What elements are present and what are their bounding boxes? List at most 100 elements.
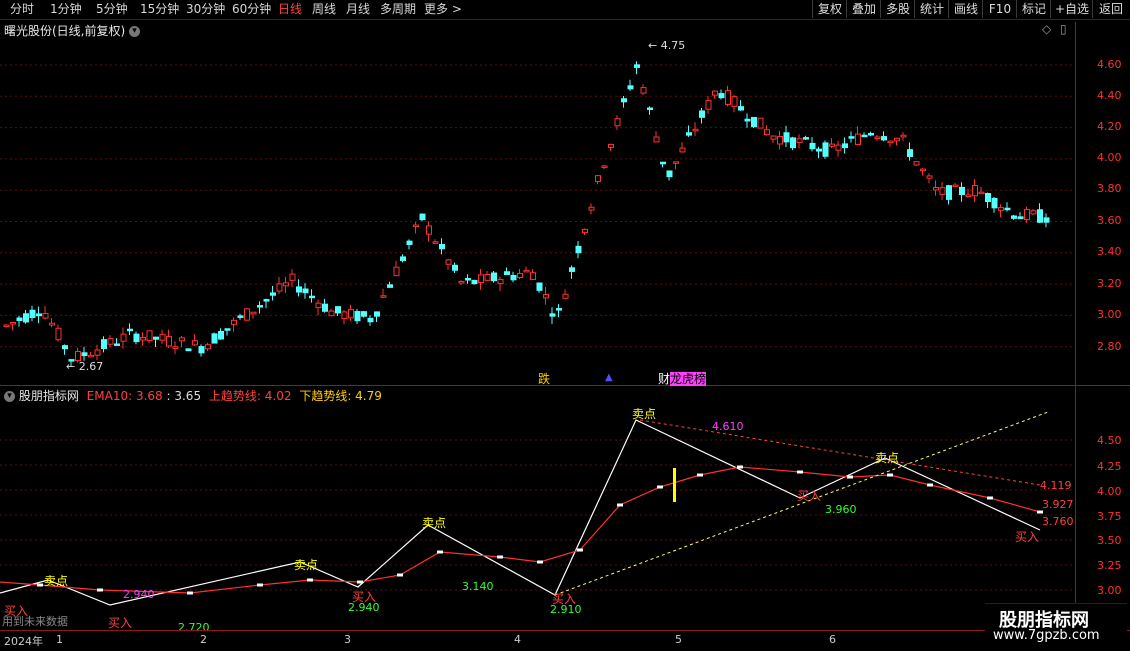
candle-body: [36, 313, 42, 317]
draw-line-button[interactable]: 画线: [948, 0, 983, 18]
candle-body: [276, 283, 283, 292]
zigzag-line: [0, 419, 1041, 606]
candle-body: [913, 161, 920, 166]
candle-body: [504, 271, 510, 276]
candle-body: [991, 197, 998, 209]
candle-body: [380, 295, 387, 298]
candle-body: [718, 93, 725, 99]
tab-15min[interactable]: 15分钟: [140, 1, 179, 18]
period-toolbar: 分时 1分钟 5分钟 15分钟 30分钟 60分钟 日线 周线 月线 多周期 更…: [0, 0, 1130, 20]
candle-body: [413, 224, 419, 228]
tab-more[interactable]: 更多 >: [424, 1, 462, 18]
value-label: 4.119: [1040, 479, 1072, 492]
candle-body: [439, 243, 445, 250]
tab-monthly[interactable]: 月线: [346, 1, 370, 18]
candle-body: [647, 107, 653, 111]
candle-body: [29, 309, 36, 318]
ema-marker: [257, 583, 263, 587]
candle-body: [731, 96, 738, 108]
candle-body: [445, 259, 452, 265]
dragon-tiger-marker[interactable]: 财龙虎榜: [658, 370, 707, 387]
y-tick: 4.40: [1097, 89, 1122, 102]
candle-body: [712, 90, 718, 96]
candle-body: [510, 275, 517, 281]
restore-rights-button[interactable]: 复权: [812, 0, 847, 18]
ema-marker: [97, 588, 103, 592]
candle-body: [725, 90, 731, 105]
candle-body: [296, 286, 302, 293]
high-price-value: 4.75: [660, 39, 686, 52]
candle-body: [614, 118, 621, 127]
candle-body: [744, 118, 751, 122]
watermark: 股朋指标网 www.7gpzb.com: [985, 603, 1127, 648]
candle-body: [907, 149, 913, 158]
tab-fenshi[interactable]: 分时: [10, 1, 34, 18]
tab-5min[interactable]: 5分钟: [96, 1, 128, 18]
y-tick: 3.50: [1097, 534, 1122, 547]
candle-body: [790, 137, 796, 149]
candle-body: [231, 319, 237, 325]
statistics-button[interactable]: 统计: [914, 0, 949, 18]
candle-body: [328, 310, 335, 317]
sell-point-label: 卖点: [44, 574, 69, 588]
candle-body: [894, 137, 900, 142]
candle-body: [556, 308, 562, 311]
tab-weekly[interactable]: 周线: [312, 1, 336, 18]
candle-body: [673, 161, 679, 164]
sell-point-label: 卖点: [422, 516, 447, 530]
tab-30min[interactable]: 30分钟: [186, 1, 225, 18]
year-label: 2024年: [4, 635, 43, 648]
candle-body: [653, 136, 660, 143]
multi-stock-button[interactable]: 多股: [880, 0, 915, 18]
candle-body: [101, 339, 107, 350]
fall-marker[interactable]: 跌: [538, 370, 550, 387]
candle-body: [634, 64, 640, 68]
candle-body: [952, 184, 959, 188]
value-label: 3.927: [1042, 498, 1074, 511]
candle-body: [855, 133, 861, 146]
candle-body: [959, 186, 965, 196]
date-axis: 2024年 1 2 3 4 5 6: [0, 630, 1130, 651]
ema-marker: [497, 555, 503, 559]
candle-body: [523, 269, 530, 273]
indicator-chart[interactable]: [0, 400, 1075, 630]
mark-button[interactable]: 标记: [1016, 0, 1051, 18]
month-label: 5: [675, 633, 682, 646]
candle-body: [783, 132, 790, 143]
candle-body: [452, 264, 458, 271]
y-tick: 3.75: [1097, 510, 1122, 523]
candle-body: [517, 273, 523, 278]
candle-body: [127, 328, 133, 332]
candle-body: [816, 148, 822, 152]
f10-button[interactable]: F10: [982, 0, 1017, 18]
add-favorite-button[interactable]: +自选: [1050, 0, 1093, 18]
candle-body: [159, 333, 166, 341]
candle-body: [601, 165, 608, 168]
value-label: 4.610: [712, 420, 744, 433]
candle-body: [770, 135, 777, 140]
candle-body: [62, 345, 68, 350]
tab-multi-period[interactable]: 多周期: [380, 1, 416, 18]
value-label: 2.940: [348, 601, 380, 614]
ema-marker: [987, 496, 993, 500]
pane-divider: [0, 385, 1130, 386]
candle-body: [198, 346, 205, 354]
tab-60min[interactable]: 60分钟: [232, 1, 271, 18]
candle-body: [965, 194, 972, 198]
y-tick: 3.20: [1097, 277, 1122, 290]
y-tick: 4.60: [1097, 58, 1122, 71]
tab-1min[interactable]: 1分钟: [50, 1, 82, 18]
candle-body: [140, 337, 146, 341]
month-label: 1: [56, 633, 63, 646]
candlestick-chart[interactable]: [0, 30, 1075, 385]
candle-body: [887, 140, 894, 144]
future-data-note: 用到未来数据: [2, 615, 68, 628]
back-button[interactable]: 返回: [1092, 0, 1129, 18]
overlay-button[interactable]: 叠加: [846, 0, 881, 18]
candle-body: [81, 352, 88, 357]
y-tick: 3.40: [1097, 245, 1122, 258]
tab-daily[interactable]: 日线: [278, 1, 302, 18]
ema-marker: [927, 483, 933, 487]
month-label: 2: [200, 633, 207, 646]
buy-label: 买入: [1015, 530, 1040, 544]
